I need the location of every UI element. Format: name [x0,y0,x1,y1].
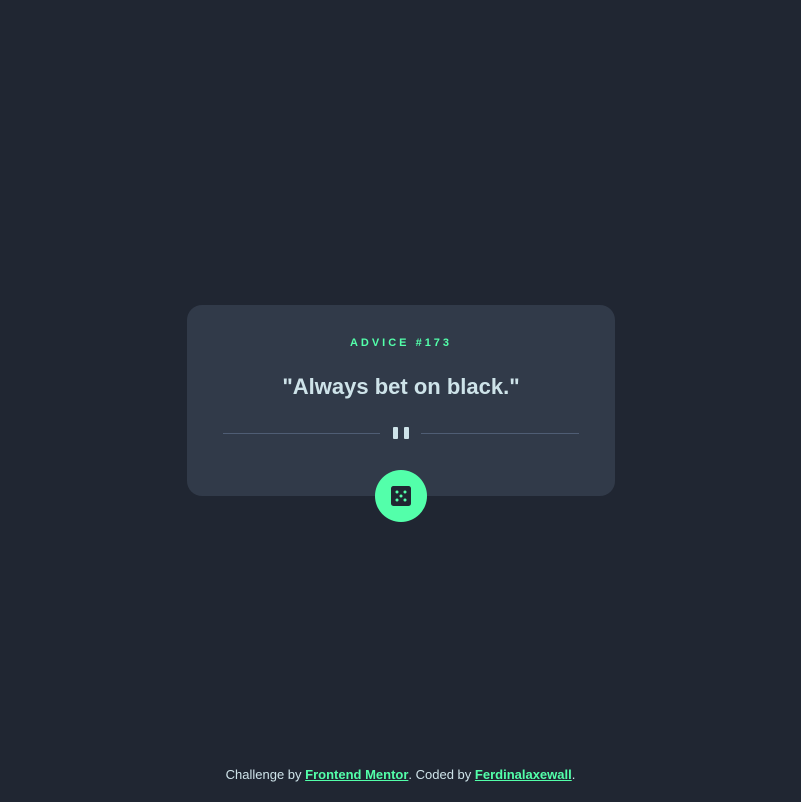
advice-id-label: ADVICE #173 [349,337,453,349]
footer-suffix: . [571,767,576,782]
author-link[interactable]: Ferdinalaxewall [475,767,572,782]
footer-middle: . Coded by [408,767,475,782]
advice-card: ADVICE #173 "Always bet on black." [187,305,615,496]
frontend-mentor-link[interactable]: Frontend Mentor [305,767,408,782]
advice-quote: "Always bet on black." [282,374,520,399]
attribution-footer: Challenge by Frontend Mentor. Coded by F… [0,767,801,782]
divider [223,425,579,441]
divider-line-left [223,433,380,434]
footer-prefix: Challenge by [225,767,306,782]
pause-icon [393,427,411,439]
divider-line-right [421,433,579,434]
new-advice-button[interactable] [375,470,427,522]
dice-icon [391,486,411,506]
